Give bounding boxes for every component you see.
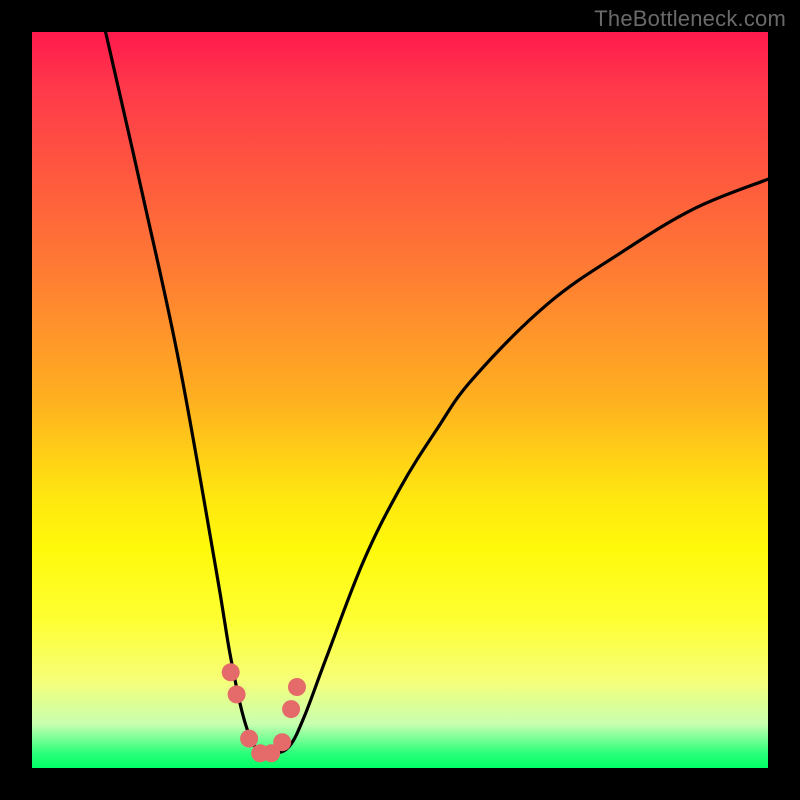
marker-point [282, 700, 300, 718]
chart-plot-area [32, 32, 768, 768]
marker-point [222, 663, 240, 681]
highlighted-points [222, 663, 306, 762]
bottleneck-curve-svg [32, 32, 768, 768]
marker-point [273, 733, 291, 751]
watermark-text: TheBottleneck.com [594, 6, 786, 32]
marker-point [240, 730, 258, 748]
bottleneck-curve [106, 32, 768, 756]
marker-point [288, 678, 306, 696]
marker-point [228, 685, 246, 703]
